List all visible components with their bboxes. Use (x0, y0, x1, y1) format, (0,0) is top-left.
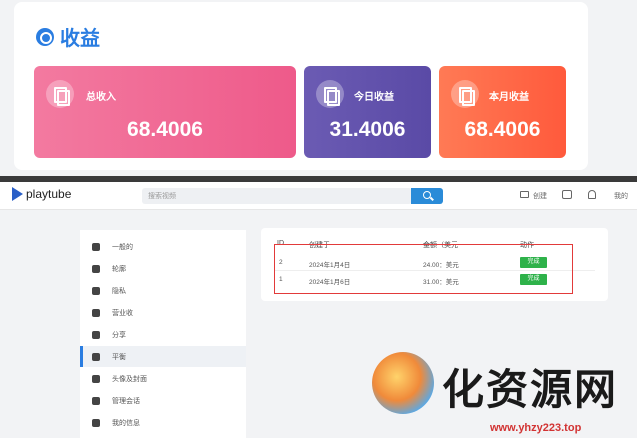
user-label[interactable]: 我的 (614, 191, 628, 201)
bell-icon[interactable] (588, 190, 596, 199)
top-header: playtube 搜索视频 创建 我的 (0, 182, 637, 210)
tile-value: 31.4006 (329, 118, 406, 141)
earnings-title-label: 收益 (60, 28, 100, 50)
sidebar-item-label: 轮廓 (112, 265, 126, 273)
tile-value: 68.4006 (127, 118, 203, 141)
watermark-logo-icon (372, 352, 434, 414)
gear-icon (92, 242, 100, 251)
copy-icon (316, 80, 344, 108)
sidebar-item-label: 一般的 (112, 243, 133, 251)
upload-label[interactable]: 创建 (533, 191, 547, 201)
info-icon (92, 418, 100, 427)
camera-icon[interactable] (520, 191, 529, 198)
tile-label: 本月收益 (489, 92, 529, 103)
tile-label: 总收入 (86, 92, 116, 103)
sidebar-item-label: 隐私 (112, 287, 126, 295)
wallet-icon (92, 352, 100, 361)
at-icon (92, 330, 100, 339)
sidebar-item-label: 平衡 (112, 353, 126, 361)
sidebar-item-privacy[interactable]: 隐私 (80, 280, 246, 301)
sidebar-item-label: 管理会话 (112, 397, 140, 405)
search-button[interactable] (411, 188, 443, 204)
profile-icon (92, 264, 100, 273)
copy-icon (451, 80, 479, 108)
settings-sidebar: 一般的 轮廓 隐私 营业收 分享 平衡 头像及封面 管理会话 我的信息 (80, 230, 246, 438)
sidebar-item-label: 分享 (112, 331, 126, 339)
earnings-title: 收益 (36, 22, 100, 51)
brand-name: playtube (26, 187, 72, 201)
search-input[interactable]: 搜索视频 (142, 188, 412, 204)
watermark-url: www.yhzy223.top (490, 422, 582, 434)
copy-icon (46, 80, 74, 108)
sidebar-item-revenue[interactable]: 营业收 (80, 302, 246, 323)
sidebar-item-label: 头像及封面 (112, 375, 147, 383)
money-icon (92, 308, 100, 317)
highlight-box (274, 244, 573, 294)
sidebar-item-share[interactable]: 分享 (80, 324, 246, 345)
message-icon[interactable] (562, 190, 572, 199)
watermark-text: 化资源网 (442, 365, 619, 414)
coin-icon (36, 27, 54, 46)
sidebar-item-profile[interactable]: 轮廓 (80, 258, 246, 279)
sidebar-item-my-info[interactable]: 我的信息 (80, 412, 246, 433)
tile-label: 今日收益 (354, 92, 394, 103)
sidebar-item-avatar-cover[interactable]: 头像及封面 (80, 368, 246, 389)
sidebar-item-balance[interactable]: 平衡 (80, 346, 246, 367)
sidebar-item-general[interactable]: 一般的 (80, 236, 246, 257)
today-earnings-tile: 今日收益 31.4006 (304, 66, 431, 158)
sidebar-item-label: 我的信息 (112, 419, 140, 427)
watermark: 化资源网 www.yhzy223.top (372, 340, 637, 438)
month-earnings-tile: 本月收益 68.4006 (439, 66, 566, 158)
image-icon (92, 374, 100, 383)
tile-value: 68.4006 (464, 118, 541, 141)
brand-logo[interactable]: playtube (12, 187, 71, 201)
total-income-tile: 总收入 68.4006 (34, 66, 296, 158)
privacy-icon (92, 286, 100, 295)
sidebar-item-sessions[interactable]: 管理会话 (80, 390, 246, 411)
fingerprint-icon (92, 396, 100, 405)
sidebar-item-label: 营业收 (112, 309, 133, 317)
play-icon (12, 187, 23, 201)
